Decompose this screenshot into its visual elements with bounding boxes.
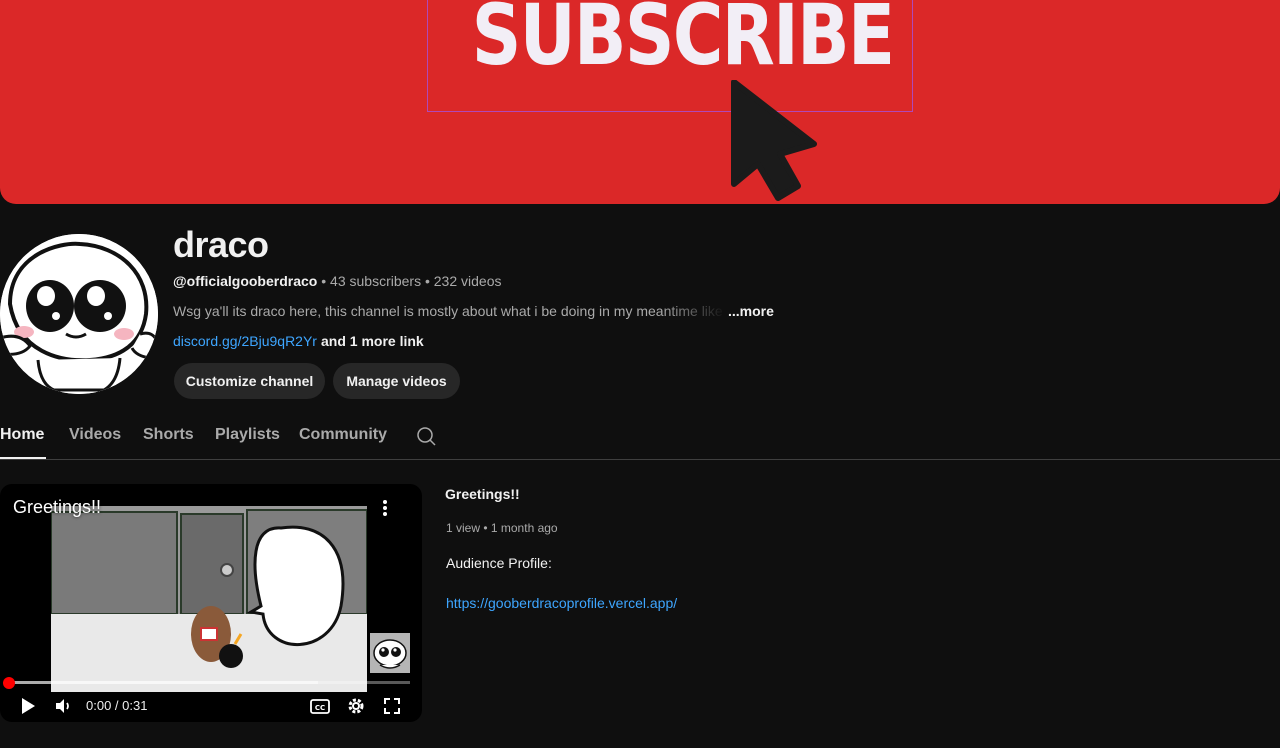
- channel-meta: @officialgooberdraco • 43 subscribers • …: [173, 273, 501, 289]
- active-tab-indicator: [0, 457, 46, 459]
- gear-icon[interactable]: [344, 694, 368, 718]
- tab-videos[interactable]: Videos: [69, 426, 121, 444]
- banner-cursor-icon: [731, 80, 817, 201]
- channel-watermark[interactable]: [370, 633, 410, 673]
- customize-channel-button[interactable]: Customize channel: [174, 363, 325, 399]
- avatar-character-image: [0, 234, 158, 394]
- play-icon[interactable]: [16, 694, 40, 718]
- channel-avatar[interactable]: [0, 234, 158, 394]
- meta-separator: •: [424, 273, 430, 289]
- more-vert-icon[interactable]: [375, 496, 395, 520]
- description-text: Wsg ya'll its draco here, this channel i…: [173, 303, 723, 319]
- tab-shorts[interactable]: Shorts: [143, 426, 194, 444]
- video-info-meta: 1 view • 1 month ago: [446, 521, 558, 535]
- tab-community[interactable]: Community: [299, 426, 387, 444]
- progress-scrubber[interactable]: [3, 677, 15, 689]
- volume-icon[interactable]: [51, 694, 75, 718]
- video-time: 0:00 / 0:31: [86, 698, 148, 713]
- video-description-link[interactable]: https://gooberdracoprofile.vercel.app/: [446, 595, 677, 611]
- search-icon[interactable]: [414, 424, 438, 448]
- video-info-title[interactable]: Greetings!!: [445, 486, 520, 502]
- channel-banner: SUBSCRIBE: [0, 0, 1280, 204]
- cc-icon[interactable]: CC: [308, 694, 332, 718]
- meta-separator: •: [321, 273, 327, 289]
- description-more-button[interactable]: ...more: [728, 303, 774, 319]
- player-title: Greetings!!: [13, 497, 102, 517]
- manage-videos-button[interactable]: Manage videos: [333, 363, 460, 399]
- watermark-avatar-image: [370, 633, 410, 673]
- progress-bar[interactable]: [9, 681, 410, 684]
- subscriber-count: 43 subscribers: [330, 273, 422, 289]
- channel-links: discord.gg/2Bju9qR2Yr and 1 more link: [173, 333, 424, 349]
- video-count: 232 videos: [433, 273, 502, 289]
- discord-link[interactable]: discord.gg/2Bju9qR2Yr: [173, 333, 317, 349]
- featured-video-player[interactable]: Greetings!! 0:00 / 0:31 CC: [0, 484, 422, 722]
- video-frame-image: [51, 506, 367, 692]
- buffered-bar: [9, 681, 318, 684]
- channel-handle[interactable]: @officialgooberdraco: [173, 273, 317, 289]
- banner-selection-box: SUBSCRIBE: [427, 0, 913, 112]
- video-description-label: Audience Profile:: [446, 555, 552, 571]
- channel-description[interactable]: Wsg ya'll its draco here, this channel i…: [173, 303, 774, 319]
- channel-name: draco: [173, 224, 269, 265]
- banner-subscribe-text: SUBSCRIBE: [471, 0, 895, 84]
- more-links-button[interactable]: and 1 more link: [321, 333, 424, 349]
- tab-home[interactable]: Home: [0, 426, 44, 444]
- fullscreen-icon[interactable]: [380, 694, 404, 718]
- tab-playlists[interactable]: Playlists: [215, 426, 280, 444]
- svg-text:CC: CC: [315, 704, 325, 712]
- channel-tabs: Home Videos Shorts Playlists Community: [0, 414, 1280, 460]
